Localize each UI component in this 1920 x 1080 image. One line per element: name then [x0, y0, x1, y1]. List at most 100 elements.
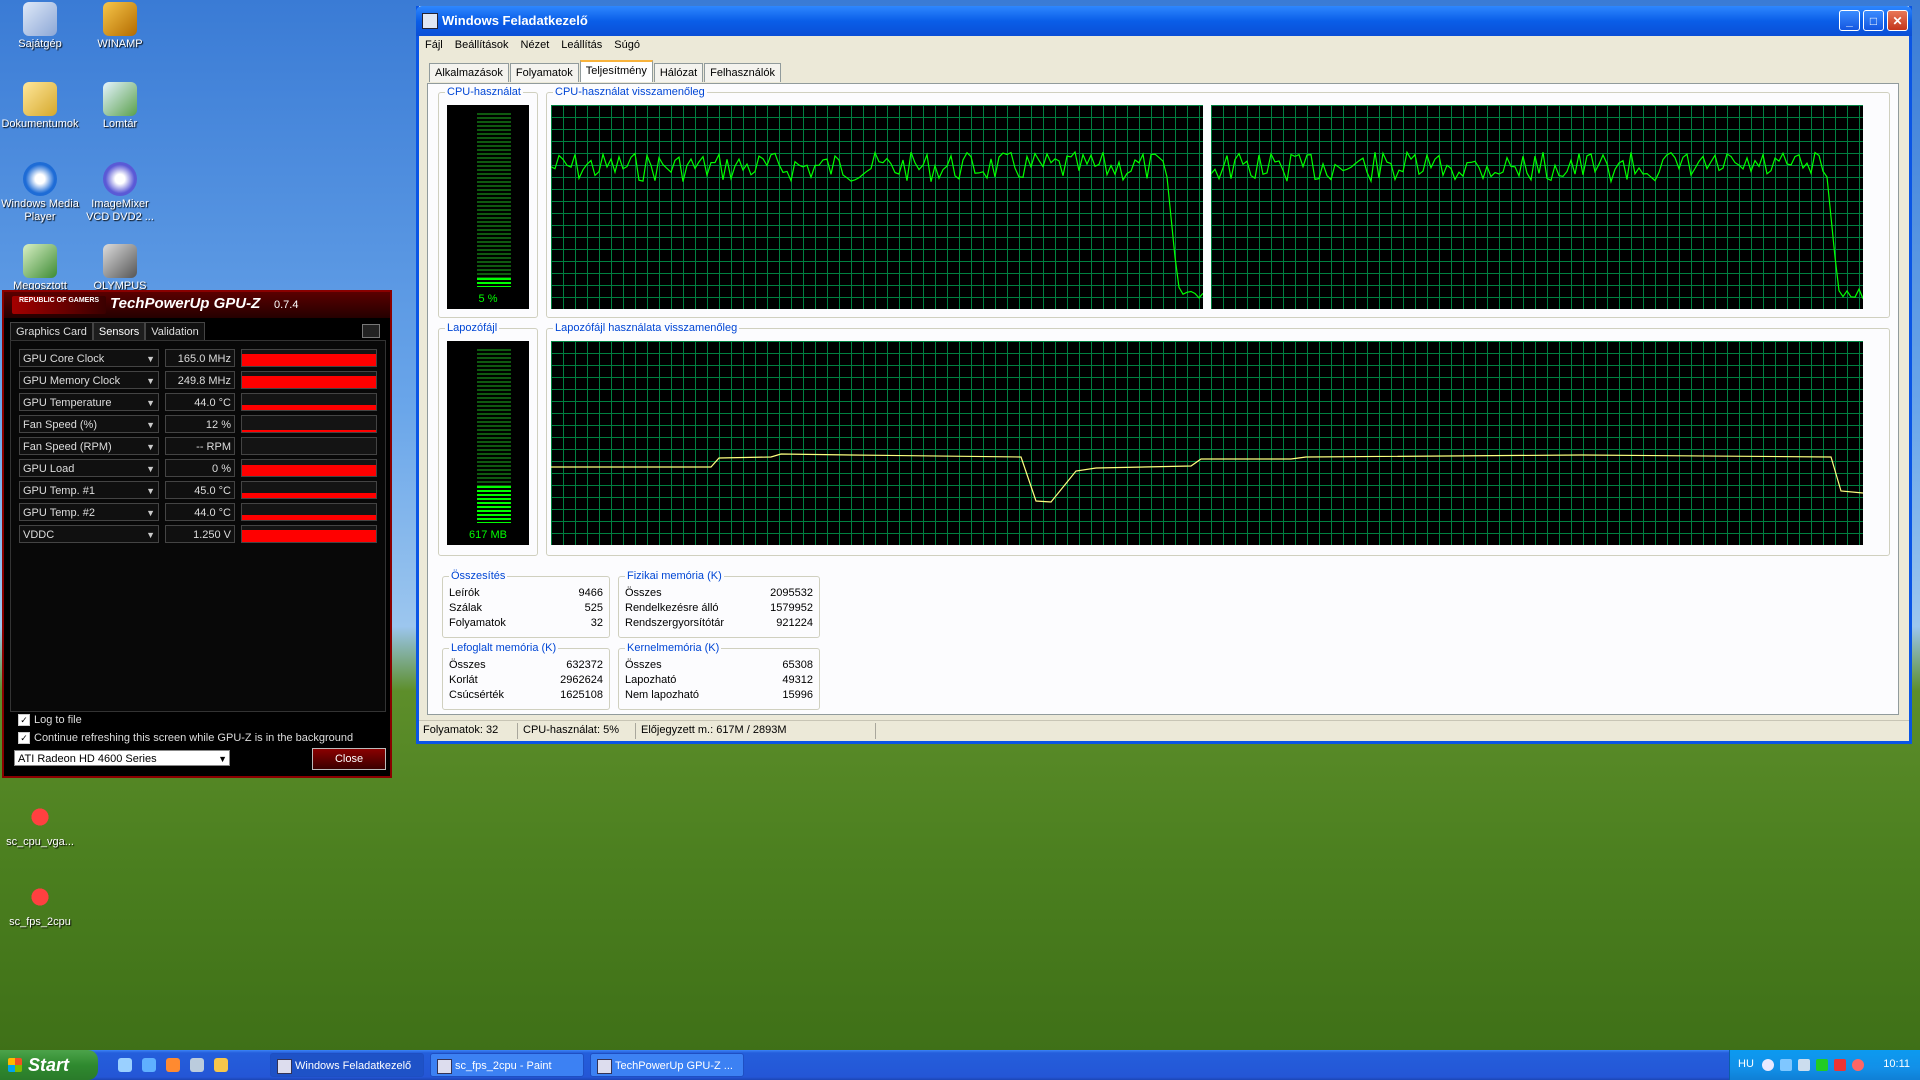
computer-icon [23, 2, 57, 36]
desktop-icon-sc-fps-2cpu[interactable]: sc_fps_2cpu [0, 880, 80, 929]
sensor-row: GPU Load ▼ 0 % [19, 459, 379, 479]
status-processes: Folyamatok: 32 [423, 724, 499, 736]
desktop-icon-winamp[interactable]: WINAMP [80, 2, 160, 51]
desktop-icon-recycle-bin[interactable]: Lomtár [80, 82, 160, 131]
task-button-paint[interactable]: sc_fps_2cpu - Paint [430, 1053, 584, 1077]
sensor-graph [241, 481, 377, 499]
clock[interactable]: 10:11 [1883, 1058, 1910, 1070]
continue-refresh-checkbox[interactable]: ✓ Continue refreshing this screen while G… [18, 732, 353, 745]
meter-fill [477, 486, 511, 523]
desktop-icon-label: sc_cpu_vga... [6, 836, 74, 848]
task-button-task-manager[interactable]: Windows Feladatkezelő [270, 1053, 424, 1077]
desktop-icon-label: sc_fps_2cpu [9, 916, 71, 928]
sensor-select[interactable]: GPU Temperature ▼ [19, 393, 159, 411]
pagefile-history-graph [551, 341, 1863, 545]
sensor-select[interactable]: Fan Speed (RPM) ▼ [19, 437, 159, 455]
monitor-icon[interactable] [1798, 1059, 1810, 1071]
antivirus-icon[interactable] [1834, 1059, 1846, 1071]
sensor-select[interactable]: GPU Temp. #1 ▼ [19, 481, 159, 499]
sensor-row: GPU Temperature ▼ 44.0 °C [19, 393, 379, 413]
sensor-select[interactable]: VDDC ▼ [19, 525, 159, 543]
menu-help[interactable]: Súgó [608, 36, 646, 54]
taskbar: Start Windows Feladatkezelő sc_fps_2cpu … [0, 1050, 1920, 1080]
minimize-button[interactable]: _ [1839, 10, 1860, 31]
paint-splat-icon [23, 800, 57, 834]
meter-bars [477, 113, 511, 287]
system-tray: HU 10:11 [1729, 1050, 1920, 1080]
camera-icon[interactable] [362, 324, 380, 338]
quicklaunch-desktop-icon[interactable] [118, 1058, 132, 1072]
sensor-graph [241, 393, 377, 411]
gpu-icon[interactable] [1816, 1059, 1828, 1071]
network-icon[interactable] [1780, 1059, 1792, 1071]
pagefile-history-line [551, 453, 1863, 503]
desktop-icon-label: Sajátgép [18, 38, 62, 50]
tab-graphics-card[interactable]: Graphics Card [10, 322, 93, 341]
quicklaunch-firefox-icon[interactable] [166, 1058, 180, 1072]
language-indicator[interactable]: HU [1738, 1058, 1754, 1070]
sensor-row: Fan Speed (RPM) ▼ -- RPM [19, 437, 379, 457]
sensor-graph-fill [242, 430, 376, 432]
device-select[interactable]: ATI Radeon HD 4600 Series ▼ [14, 750, 230, 766]
sensor-select[interactable]: GPU Memory Clock ▼ [19, 371, 159, 389]
sensor-name: GPU Load [23, 463, 75, 475]
kernel-memory-title: Kernelmemória (K) [625, 642, 722, 654]
tab-sensors[interactable]: Sensors [92, 322, 146, 341]
stat-label: Leírók [449, 587, 480, 599]
tab-users[interactable]: Felhasználók [704, 63, 781, 82]
tab-processes[interactable]: Folyamatok [509, 63, 579, 82]
start-button[interactable]: Start [0, 1050, 98, 1080]
sensor-graph-fill [242, 493, 376, 498]
sensor-graph-fill [242, 464, 376, 476]
menu-file[interactable]: Fájl [419, 36, 449, 54]
desktop-icon-imagemixer[interactable]: ImageMixer VCD DVD2 ... [80, 162, 160, 224]
tab-applications[interactable]: Alkalmazások [429, 63, 509, 82]
desktop-icon-olympus[interactable]: OLYMPUS [80, 244, 160, 293]
desktop-icon-label: WINAMP [97, 38, 143, 50]
stat-row: Összes 65308 [625, 659, 813, 674]
desktop-icon-sc-cpu-vga[interactable]: sc_cpu_vga... [0, 800, 80, 849]
menu-options[interactable]: Beállítások [449, 36, 515, 54]
quicklaunch-ie-icon[interactable] [142, 1058, 156, 1072]
stat-value: 32 [590, 617, 603, 629]
cpu-history-graph-core-2 [1211, 105, 1863, 309]
sensor-select[interactable]: GPU Temp. #2 ▼ [19, 503, 159, 521]
desktop-icon-media-player[interactable]: Windows Media Player [0, 162, 80, 224]
sensor-graph-fill [242, 353, 376, 366]
sensor-row: GPU Temp. #1 ▼ 45.0 °C [19, 481, 379, 501]
stat-row: Összes 632372 [449, 659, 603, 674]
menu-view[interactable]: Nézet [515, 36, 556, 54]
close-button[interactable]: ✕ [1887, 10, 1908, 31]
sensor-graph [241, 437, 377, 455]
commit-memory-title: Lefoglalt memória (K) [449, 642, 559, 654]
back-arrow-icon[interactable] [1762, 1059, 1774, 1071]
task-label: sc_fps_2cpu - Paint [455, 1060, 552, 1072]
tab-networking[interactable]: Hálózat [653, 63, 704, 82]
sensor-select[interactable]: GPU Load ▼ [19, 459, 159, 477]
sensor-select[interactable]: GPU Core Clock ▼ [19, 349, 159, 367]
tab-performance[interactable]: Teljesítmény [579, 60, 653, 82]
tab-validation[interactable]: Validation [145, 322, 205, 341]
stat-value: 65308 [782, 659, 813, 671]
stat-value: 1579952 [770, 602, 813, 614]
log-to-file-checkbox[interactable]: ✓ Log to file [18, 714, 82, 727]
gpuz-title-bar[interactable]: REPUBLIC OF GAMERS TechPowerUp GPU-Z 0.7… [4, 292, 390, 318]
gpuz-close-button[interactable]: Close [312, 748, 386, 770]
sensor-row: GPU Temp. #2 ▼ 44.0 °C [19, 503, 379, 523]
sensor-row: GPU Core Clock ▼ 165.0 MHz [19, 349, 379, 369]
desktop-icon-shared[interactable]: Megosztott [0, 244, 80, 293]
volume-icon[interactable] [1852, 1059, 1864, 1071]
sensor-select[interactable]: Fan Speed (%) ▼ [19, 415, 159, 433]
task-button-gpuz[interactable]: TechPowerUp GPU-Z ... [590, 1053, 744, 1077]
title-bar[interactable]: Windows Feladatkezelő _ □ ✕ [416, 6, 1912, 36]
sensor-graph [241, 525, 377, 543]
desktop-icon-label: Lomtár [102, 118, 138, 130]
desktop-icon-documents[interactable]: Dokumentumok [0, 82, 80, 131]
quicklaunch-search-icon[interactable] [190, 1058, 204, 1072]
chevron-down-icon: ▼ [146, 486, 155, 496]
menu-shutdown[interactable]: Leállítás [555, 36, 608, 54]
maximize-button[interactable]: □ [1863, 10, 1884, 31]
quicklaunch-winamp-icon[interactable] [214, 1058, 228, 1072]
desktop-icon-my-computer[interactable]: Sajátgép [0, 2, 80, 51]
pagefile-meter: 617 MB [447, 341, 529, 545]
